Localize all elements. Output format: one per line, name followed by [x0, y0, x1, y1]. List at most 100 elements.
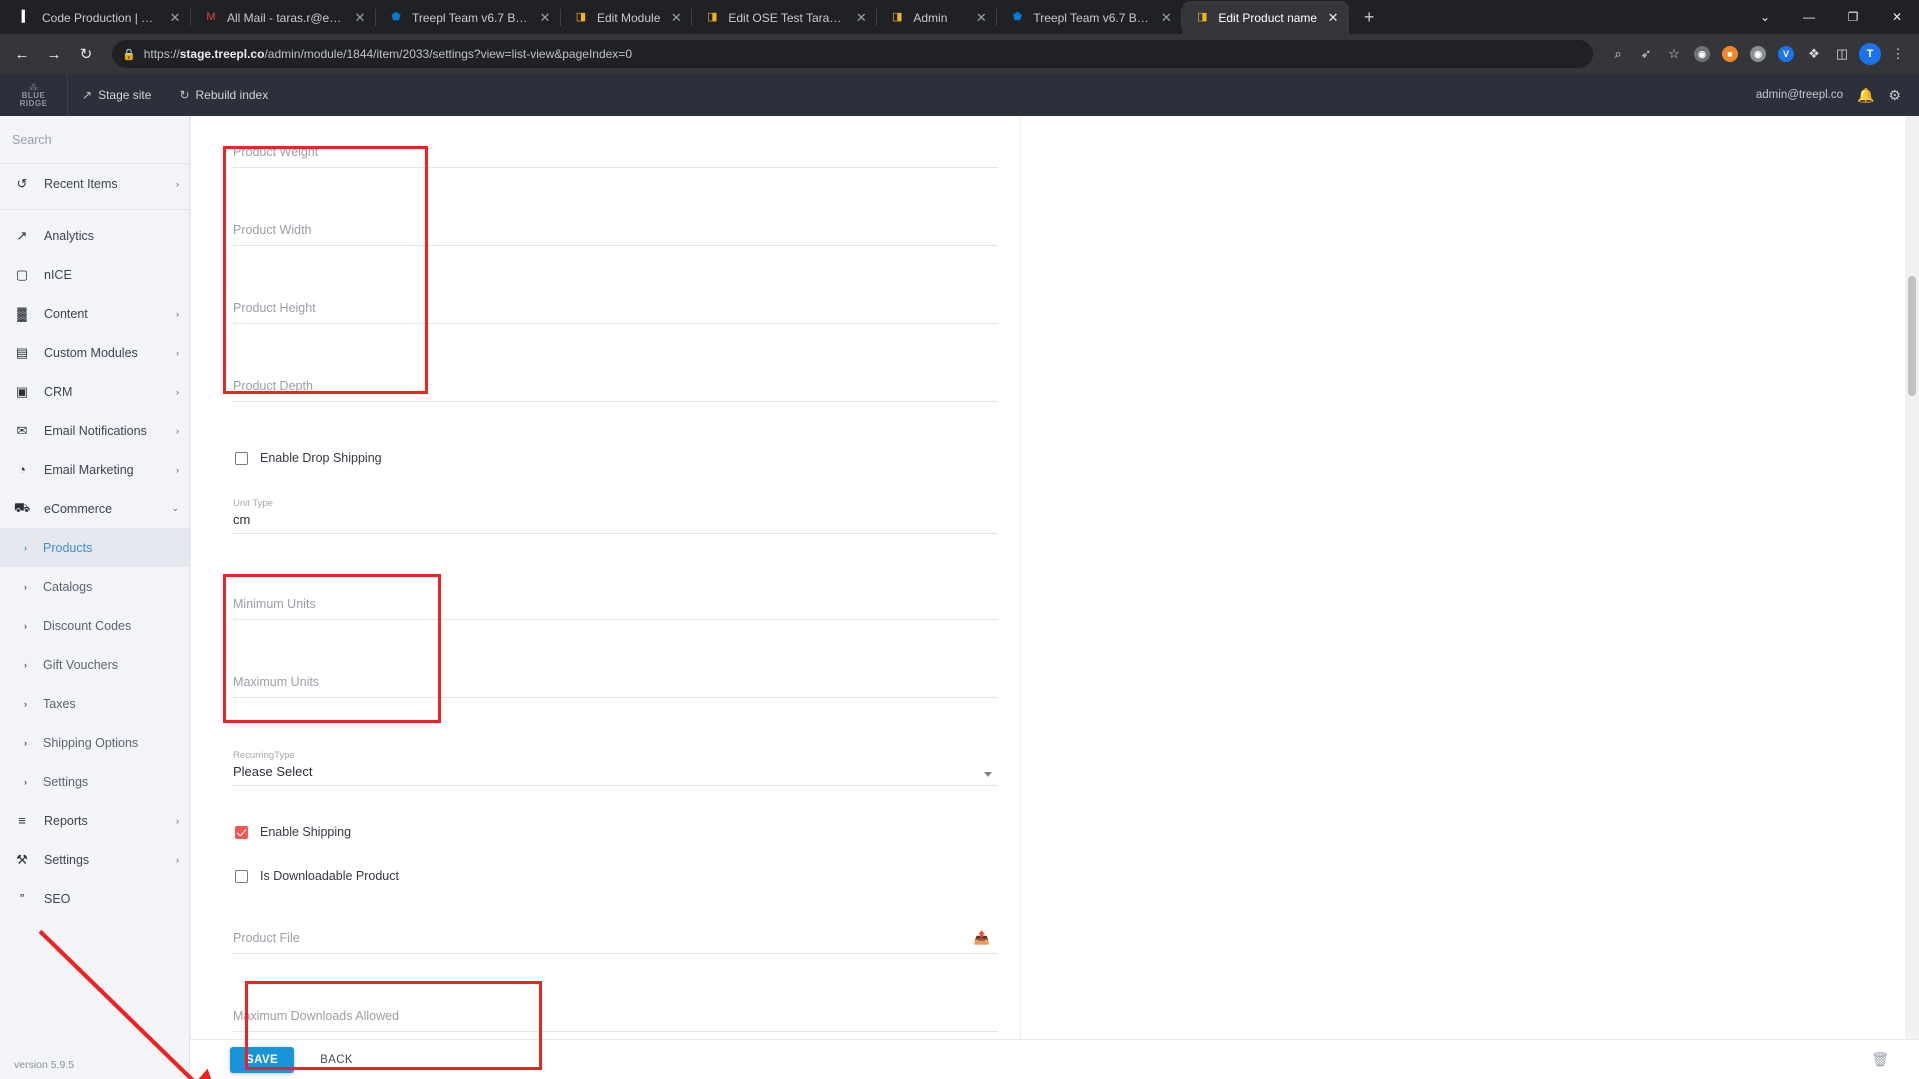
sidebar-item-content[interactable]: ▓ Content ›: [0, 294, 189, 333]
sidebar-item-products[interactable]: › Products: [0, 528, 189, 567]
bookmark-star-icon[interactable]: ☆: [1661, 41, 1687, 67]
sidebar-item-analytics[interactable]: ↗ Analytics: [0, 216, 189, 255]
sidebar-item-custom-modules[interactable]: ▤ Custom Modules ›: [0, 333, 189, 372]
enable-shipping-checkbox[interactable]: [235, 825, 248, 839]
window-menu-button[interactable]: ⌄: [1743, 0, 1787, 34]
product-depth-field[interactable]: Product Depth: [233, 358, 1020, 436]
browser-tab[interactable]: ◨ Edit Module ✕: [561, 1, 693, 34]
tab-close-icon[interactable]: ✕: [352, 10, 368, 26]
sidebar-item-label: Recent Items: [44, 176, 118, 191]
sidebar-item-settings[interactable]: › Settings: [0, 762, 189, 801]
sidebar-item-email-marketing[interactable]: ◔ Email Marketing ›: [0, 450, 189, 489]
gear-icon[interactable]: ⚙: [1888, 87, 1901, 104]
maximum-downloads-underline: [233, 1031, 998, 1032]
sidebar-item-label: Email Marketing: [44, 462, 134, 477]
sidebar-item-settings[interactable]: ⚒ Settings ›: [0, 840, 189, 879]
chevron-down-icon[interactable]: [984, 772, 992, 777]
enable-drop-shipping-checkbox[interactable]: [235, 451, 248, 465]
sidebar-item-catalogs[interactable]: › Catalogs: [0, 567, 189, 606]
tab-close-icon[interactable]: ✕: [167, 10, 183, 26]
sidebar-item-recent-items[interactable]: ↺ Recent Items ›: [0, 164, 189, 203]
tab-title: Code Production | Trello: [42, 10, 159, 25]
forward-icon[interactable]: →: [40, 40, 68, 68]
new-tab-button[interactable]: +: [1355, 3, 1383, 31]
browser-tab[interactable]: ⬟ Treepl Team v6.7 Backlog - ✕: [376, 1, 561, 34]
sidebar-item-reports[interactable]: ≡ Reports ›: [0, 801, 189, 840]
product-depth-underline: [233, 401, 998, 402]
sidebar-item-shipping-options[interactable]: › Shipping Options: [0, 723, 189, 762]
unit-type-field[interactable]: Unit Type cm: [233, 480, 1020, 558]
reload-icon[interactable]: ↻: [72, 40, 100, 68]
tab-close-icon[interactable]: ✕: [537, 10, 553, 26]
browser-tab[interactable]: M All Mail - taras.r@ez-bc.co ✕: [191, 1, 376, 34]
page-scrollbar[interactable]: [1905, 116, 1919, 1039]
browser-tab[interactable]: ⬟ Treepl Team v6.7 Backlog - ✕: [997, 1, 1183, 34]
avatar[interactable]: T: [1857, 41, 1883, 67]
tab-close-icon[interactable]: ✕: [668, 10, 684, 26]
chevron-right-icon: ›: [24, 581, 27, 592]
product-width-field[interactable]: Product Width: [233, 202, 1020, 280]
stage-site-button[interactable]: ↗ Stage site: [68, 74, 165, 116]
minimize-button[interactable]: —: [1787, 0, 1831, 34]
tab-close-icon[interactable]: ✕: [853, 10, 869, 26]
zoom-search-icon[interactable]: ⌕: [1605, 41, 1631, 67]
is-downloadable-product-row[interactable]: Is Downloadable Product: [233, 854, 1020, 898]
close-window-button[interactable]: ✕: [1875, 0, 1919, 34]
sidebar-item-label: eCommerce: [44, 501, 113, 516]
sidebar-item-taxes[interactable]: › Taxes: [0, 684, 189, 723]
sidebar-item-email-notifications[interactable]: ✉ Email Notifications ›: [0, 411, 189, 450]
browser-tab[interactable]: ◨ Admin ✕: [877, 1, 998, 34]
nice-icon: ▢: [15, 266, 29, 282]
azure-devops-icon: ⬟: [1012, 11, 1023, 23]
back-icon[interactable]: ←: [8, 40, 36, 68]
sidepanel-icon[interactable]: ◫: [1829, 41, 1855, 67]
brand-logo[interactable]: ⁂ BLUE RIDGE: [0, 74, 68, 116]
maximum-units-field[interactable]: Maximum Units: [233, 654, 1020, 732]
extension-v-icon[interactable]: V: [1773, 41, 1799, 67]
extensions-puzzle-icon[interactable]: ❖: [1801, 41, 1827, 67]
scrollbar-thumb[interactable]: [1908, 276, 1916, 396]
enable-shipping-row[interactable]: Enable Shipping: [233, 810, 1020, 854]
sidebar-item-nice[interactable]: ▢ nICE: [0, 255, 189, 294]
product-height-label: Product Height: [233, 301, 316, 315]
gmail-icon: M: [206, 11, 216, 23]
browser-tab[interactable]: ◨ Edit OSE Test Taras1q ✕: [692, 1, 878, 34]
sidebar-item-gift-vouchers[interactable]: › Gift Vouchers: [0, 645, 189, 684]
rebuild-index-button[interactable]: ↻ Rebuild index: [165, 74, 282, 116]
is-downloadable-product-checkbox[interactable]: [235, 869, 248, 883]
extension-gray-icon[interactable]: ◉: [1745, 41, 1771, 67]
extension-circle-icon[interactable]: ◉: [1689, 41, 1715, 67]
browser-tab[interactable]: ◨ Edit Product name ✕: [1182, 1, 1350, 34]
sidebar-item-ecommerce[interactable]: ⛟ eCommerce ⌄: [0, 489, 189, 528]
external-link-icon: ↗: [82, 88, 93, 102]
tab-close-icon[interactable]: ✕: [973, 10, 989, 26]
product-weight-field[interactable]: Product Weight: [233, 124, 1020, 202]
account-email[interactable]: admin@treepl.co: [1756, 89, 1843, 101]
browser-tab[interactable]: ▍ Code Production | Trello ✕: [6, 1, 191, 34]
product-file-field[interactable]: Product File 📤: [233, 910, 1020, 988]
tab-close-icon[interactable]: ✕: [1325, 10, 1341, 26]
back-button[interactable]: BACK: [310, 1047, 363, 1073]
sidebar-item-label: Analytics: [44, 228, 95, 243]
extension-orange-icon[interactable]: ■: [1717, 41, 1743, 67]
sidebar-item-discount-codes[interactable]: › Discount Codes: [0, 606, 189, 645]
tab-close-icon[interactable]: ✕: [1158, 10, 1174, 26]
recurring-type-field[interactable]: RecurringType Please Select: [233, 732, 1020, 810]
bell-icon[interactable]: 🔔: [1857, 87, 1874, 104]
save-button[interactable]: SAVE: [230, 1046, 295, 1073]
sidebar-item-seo[interactable]: ” SEO: [0, 879, 189, 918]
sidebar-item-crm[interactable]: ▣ CRM ›: [0, 372, 189, 411]
chevron-icon: ⌄: [171, 503, 179, 513]
file-upload-icon[interactable]: 📤: [974, 930, 990, 946]
product-height-field[interactable]: Product Height: [233, 280, 1020, 358]
share-icon[interactable]: ➶: [1633, 41, 1659, 67]
ecommerce-cart-icon: ⛟: [13, 499, 31, 515]
search-input[interactable]: Search: [0, 116, 189, 164]
chrome-menu-icon[interactable]: ⋮: [1885, 41, 1911, 67]
maximize-button[interactable]: ❐: [1831, 0, 1875, 34]
address-bar[interactable]: 🔒 https://stage.treepl.co/admin/module/1…: [112, 40, 1593, 68]
enable-drop-shipping-row[interactable]: Enable Drop Shipping: [233, 436, 1020, 480]
trash-icon[interactable]: 🗑: [1871, 1051, 1889, 1068]
minimum-units-field[interactable]: Minimum Units: [233, 576, 1020, 654]
maximum-downloads-field[interactable]: Maximum Downloads Allowed: [233, 988, 1020, 1039]
